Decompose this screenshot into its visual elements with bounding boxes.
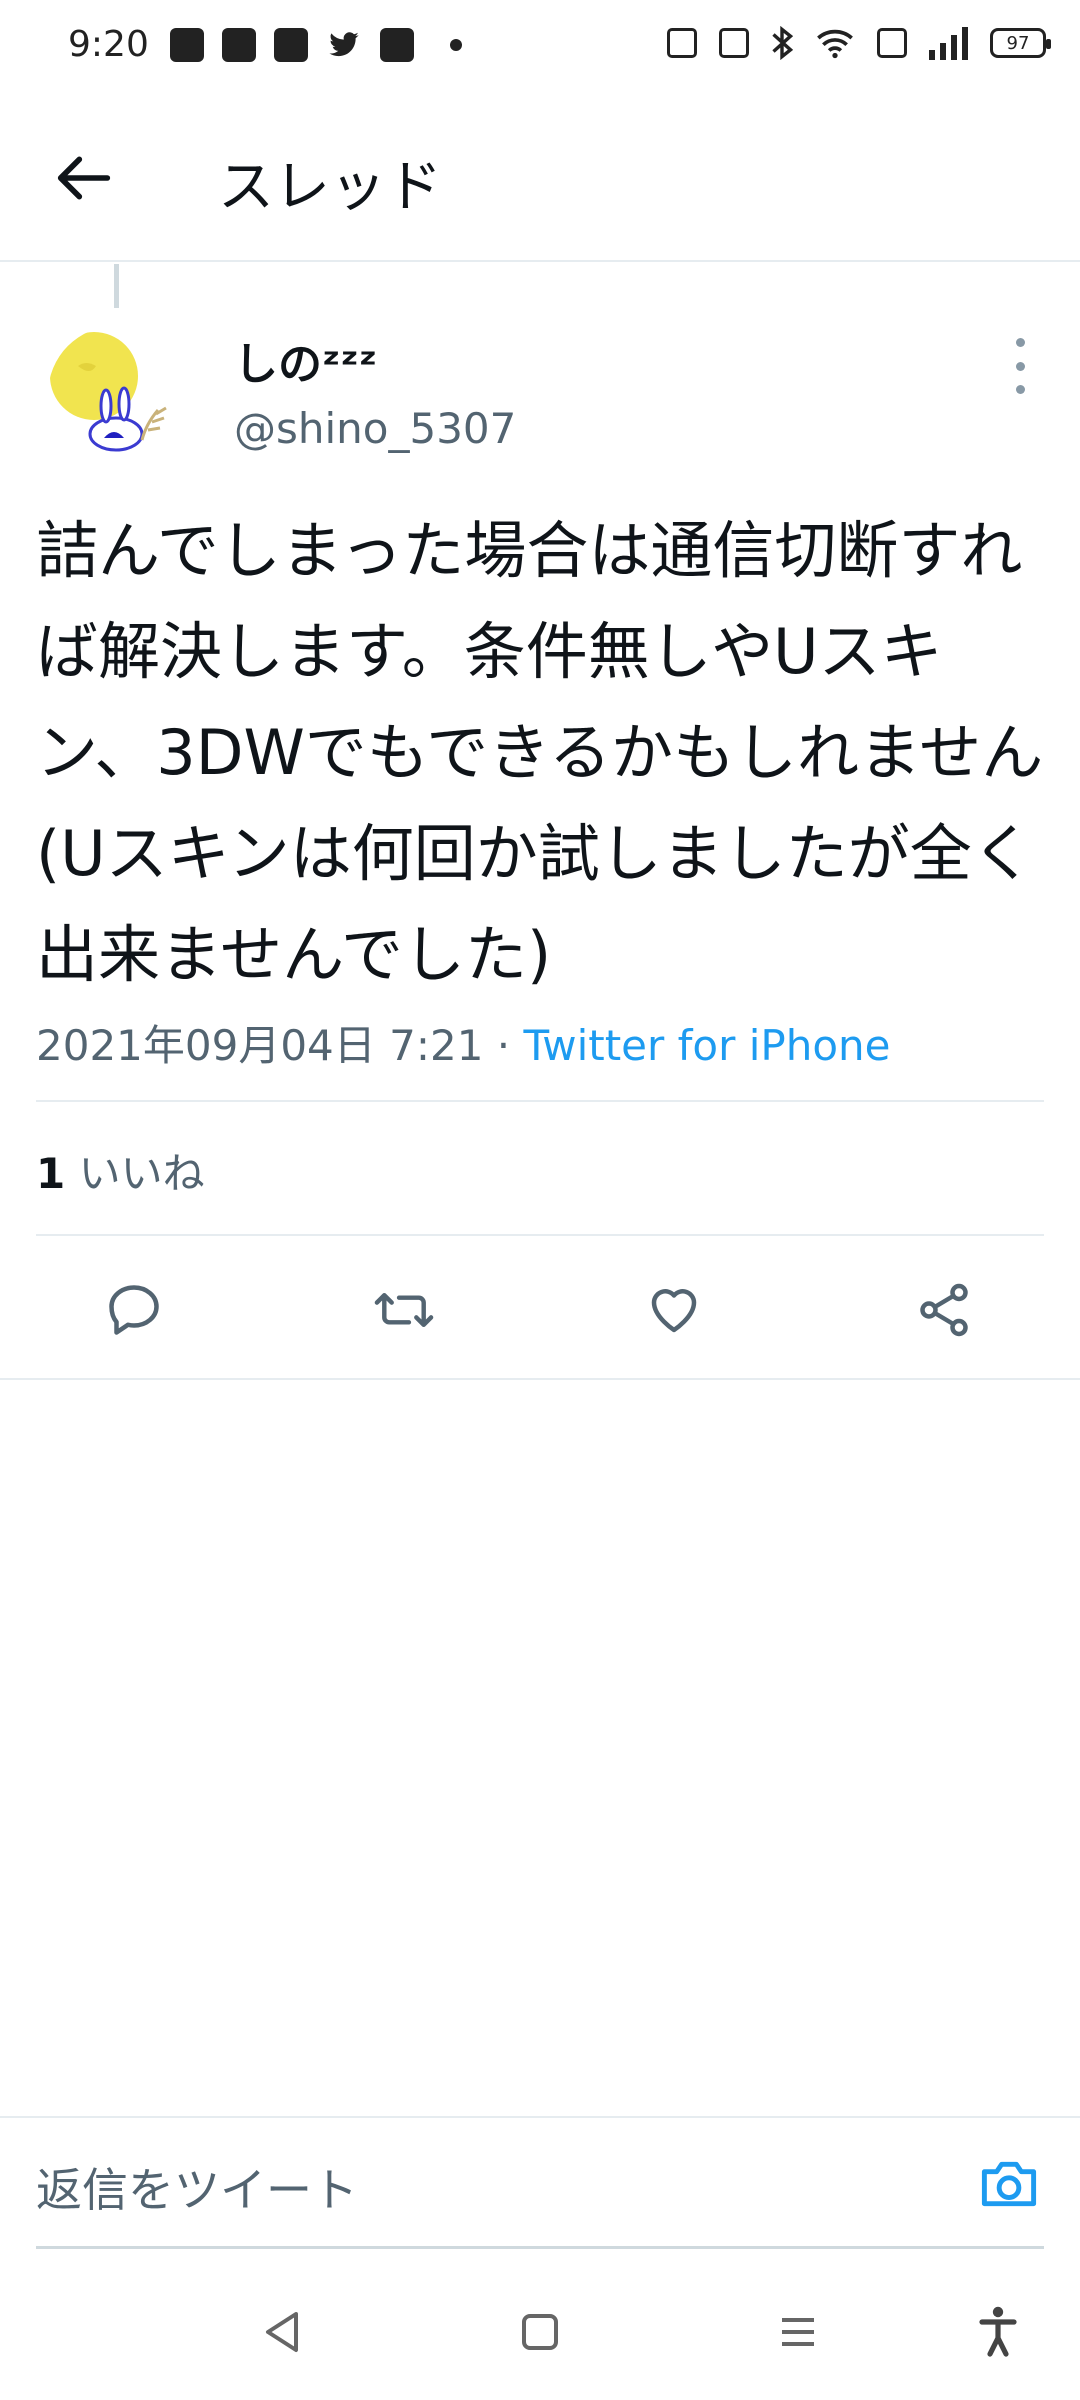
reply-icon [109,1285,159,1335]
accessibility-icon [979,2306,1017,2357]
reply-button[interactable] [102,1278,166,1342]
twitter-icon [329,32,359,57]
battery-level: 97 [1006,32,1030,54]
tweet-actions [0,1236,1080,1380]
share-icon [920,1283,968,1337]
tweet-text: 詰んでしまった場合は通信切断すれば解決します。条件無しやUスキン、3DWでもでき… [36,514,1044,991]
system-icons: 97 [667,26,1051,60]
camera-icon [981,2161,1037,2207]
dot-icon [450,39,462,51]
mute-icon [719,28,749,58]
reply-input[interactable]: 返信をツイート [36,2154,358,2220]
avatar-image [48,326,184,462]
bluetooth-icon [772,26,793,60]
news-icon [170,28,204,62]
status-bar: 9:20 97 [0,0,1080,96]
tweet-meta: 2021年09月04日 7:21 · Twitter for iPhone [36,1012,891,1073]
wifi-icon [817,29,853,59]
nav-home-button[interactable] [510,2302,570,2362]
tweet-source-link[interactable]: Twitter for iPhone [524,1021,891,1070]
back-button[interactable] [52,146,116,210]
square-home-icon [522,2314,558,2350]
nav-menu-button[interactable] [768,2302,828,2362]
like-count: 1 [36,1149,66,1198]
more-options-button[interactable] [1004,338,1036,394]
more-dot-icon [1015,361,1025,371]
avatar[interactable] [48,326,184,462]
twitch-icon [380,28,414,62]
battery-icon: 97 [990,28,1051,58]
page-title: スレッド [218,155,442,220]
arrow-left-icon [57,156,111,200]
nav-back-button[interactable] [252,2302,312,2362]
reply-underline [36,2246,1044,2249]
system-nav-bar [0,2258,1080,2400]
more-dot-icon [1015,385,1025,394]
header: スレッド [0,96,1080,262]
tweet-datetime[interactable]: 2021年09月04日 7:21 [36,1021,483,1070]
share-button[interactable] [912,1278,976,1342]
app-icon [274,28,308,62]
menu-icon [782,2318,814,2346]
yahoo-icon [222,28,256,62]
username[interactable]: @shino_5307 [234,404,516,453]
divider [36,1100,1044,1102]
nfc-icon [667,28,697,58]
status-time: 9:20 [68,24,149,65]
camera-button[interactable] [974,2152,1044,2216]
triangle-back-icon [266,2312,298,2352]
meta-separator: · [483,1021,524,1070]
display-name[interactable]: しのᶻᶻᶻ [234,328,377,392]
heart-icon [651,1289,697,1333]
like-label: いいね [78,1149,205,1198]
more-dot-icon [1015,338,1025,347]
retweet-button[interactable] [372,1278,436,1342]
thread-connector [114,264,119,308]
reply-bar: 返信をツイート [0,2116,1080,2252]
volte-icon [877,28,907,58]
likes-count[interactable]: 1 いいね [36,1140,205,1201]
accessibility-button[interactable] [968,2302,1028,2362]
like-button[interactable] [642,1278,706,1342]
notification-icons [170,28,462,62]
retweet-icon [374,1293,434,1327]
signal-icon [929,26,968,60]
